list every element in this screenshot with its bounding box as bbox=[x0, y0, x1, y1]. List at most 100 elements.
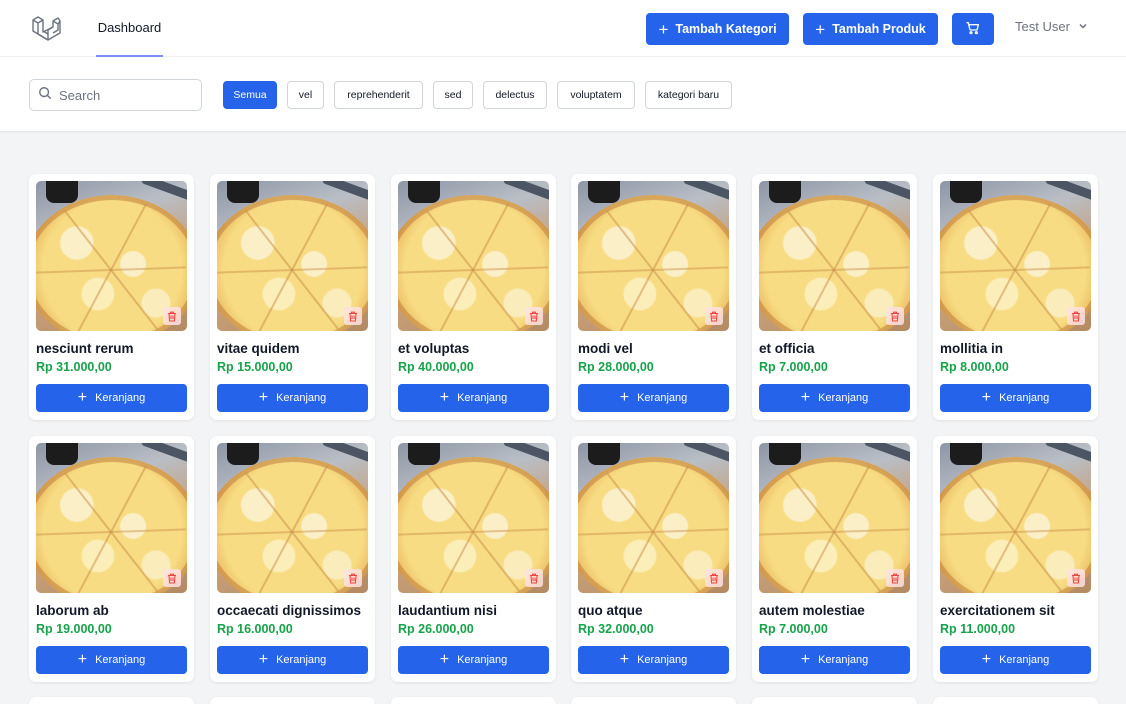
product-name: modi vel bbox=[578, 341, 633, 356]
product-card: nesciunt rerum Rp 31.000,00 + Keranjang bbox=[29, 174, 194, 420]
add-to-cart-label: Keranjang bbox=[637, 392, 688, 404]
product-price: Rp 32.000,00 bbox=[578, 622, 654, 636]
add-to-cart-button[interactable]: + Keranjang bbox=[36, 384, 187, 412]
product-name: et officia bbox=[759, 341, 815, 356]
add-product-label: Tambah Produk bbox=[832, 22, 926, 36]
product-image bbox=[217, 443, 368, 593]
chevron-down-icon bbox=[1078, 19, 1088, 34]
plus-icon: + bbox=[77, 389, 88, 406]
plus-icon: + bbox=[258, 389, 269, 406]
category-chip-reprehenderit[interactable]: reprehenderit bbox=[334, 81, 423, 109]
trash-icon[interactable] bbox=[1067, 569, 1085, 587]
product-image bbox=[36, 181, 187, 331]
search-input[interactable] bbox=[59, 87, 189, 103]
add-to-cart-button[interactable]: + Keranjang bbox=[940, 384, 1091, 412]
product-card: laudantium nisi Rp 26.000,00 + Keranjang bbox=[391, 436, 556, 682]
product-image bbox=[398, 181, 549, 331]
product-card bbox=[933, 697, 1098, 704]
plus-icon: + bbox=[619, 389, 630, 406]
nav-dashboard-link[interactable]: Dashboard bbox=[96, 0, 163, 57]
product-card: et officia Rp 7.000,00 + Keranjang bbox=[752, 174, 917, 420]
add-to-cart-label: Keranjang bbox=[457, 392, 508, 404]
add-to-cart-label: Keranjang bbox=[999, 654, 1050, 666]
category-chip-kategori-baru[interactable]: kategori baru bbox=[645, 81, 732, 109]
cart-button[interactable] bbox=[952, 13, 994, 45]
add-to-cart-button[interactable]: + Keranjang bbox=[578, 384, 729, 412]
product-name: exercitationem sit bbox=[940, 603, 1055, 618]
product-card: autem molestiae Rp 7.000,00 + Keranjang bbox=[752, 436, 917, 682]
product-price: Rp 15.000,00 bbox=[217, 360, 293, 374]
add-product-button[interactable]: + Tambah Produk bbox=[803, 13, 938, 45]
product-card: modi vel Rp 28.000,00 + Keranjang bbox=[571, 174, 736, 420]
product-name: occaecati dignissimos bbox=[217, 603, 362, 618]
category-chip-sed[interactable]: sed bbox=[433, 81, 473, 109]
product-card bbox=[391, 697, 556, 704]
add-to-cart-button[interactable]: + Keranjang bbox=[759, 384, 910, 412]
plus-icon: + bbox=[800, 651, 811, 668]
add-to-cart-label: Keranjang bbox=[276, 654, 327, 666]
search-icon bbox=[38, 86, 52, 105]
add-to-cart-button[interactable]: + Keranjang bbox=[217, 646, 368, 674]
product-card: mollitia in Rp 8.000,00 + Keranjang bbox=[933, 174, 1098, 420]
product-price: Rp 26.000,00 bbox=[398, 622, 474, 636]
trash-icon[interactable] bbox=[344, 307, 362, 325]
product-image bbox=[578, 181, 729, 331]
product-card: et voluptas Rp 40.000,00 + Keranjang bbox=[391, 174, 556, 420]
product-card: quo atque Rp 32.000,00 + Keranjang bbox=[571, 436, 736, 682]
add-category-button[interactable]: + Tambah Kategori bbox=[646, 13, 789, 45]
product-image bbox=[940, 181, 1091, 331]
add-to-cart-button[interactable]: + Keranjang bbox=[759, 646, 910, 674]
top-navbar: Dashboard + Tambah Kategori + Tambah Pro… bbox=[0, 0, 1126, 57]
plus-icon: + bbox=[815, 19, 826, 39]
product-price: Rp 8.000,00 bbox=[940, 360, 1009, 374]
trash-icon[interactable] bbox=[344, 569, 362, 587]
trash-icon[interactable] bbox=[525, 569, 543, 587]
product-price: Rp 11.000,00 bbox=[940, 622, 1016, 636]
add-to-cart-button[interactable]: + Keranjang bbox=[940, 646, 1091, 674]
add-to-cart-button[interactable]: + Keranjang bbox=[217, 384, 368, 412]
add-to-cart-button[interactable]: + Keranjang bbox=[398, 384, 549, 412]
add-category-label: Tambah Kategori bbox=[675, 22, 777, 36]
category-chip-delectus[interactable]: delectus bbox=[483, 81, 547, 109]
category-chip-voluptatem[interactable]: voluptatem bbox=[557, 81, 635, 109]
product-name: et voluptas bbox=[398, 341, 470, 356]
trash-icon[interactable] bbox=[705, 569, 723, 587]
add-to-cart-label: Keranjang bbox=[95, 654, 146, 666]
laravel-logo-icon[interactable] bbox=[31, 14, 61, 44]
product-price: Rp 16.000,00 bbox=[217, 622, 293, 636]
trash-icon[interactable] bbox=[886, 569, 904, 587]
user-menu[interactable]: Test User bbox=[1015, 19, 1088, 34]
category-chip-vel[interactable]: vel bbox=[287, 81, 324, 109]
trash-icon[interactable] bbox=[163, 569, 181, 587]
trash-icon[interactable] bbox=[886, 307, 904, 325]
plus-icon: + bbox=[258, 651, 269, 668]
product-image bbox=[940, 443, 1091, 593]
add-to-cart-button[interactable]: + Keranjang bbox=[36, 646, 187, 674]
product-image bbox=[217, 181, 368, 331]
search-box[interactable] bbox=[29, 79, 202, 111]
add-to-cart-button[interactable]: + Keranjang bbox=[578, 646, 729, 674]
filter-bar: Semua vel reprehenderit sed delectus vol… bbox=[0, 57, 1126, 132]
product-name: laudantium nisi bbox=[398, 603, 498, 618]
plus-icon: + bbox=[658, 19, 669, 39]
trash-icon[interactable] bbox=[163, 307, 181, 325]
product-price: Rp 40.000,00 bbox=[398, 360, 474, 374]
product-name: vitae quidem bbox=[217, 341, 300, 356]
trash-icon[interactable] bbox=[1067, 307, 1085, 325]
trash-icon[interactable] bbox=[705, 307, 723, 325]
category-chip-semua[interactable]: Semua bbox=[223, 81, 277, 109]
plus-icon: + bbox=[800, 389, 811, 406]
add-to-cart-button[interactable]: + Keranjang bbox=[398, 646, 549, 674]
trash-icon[interactable] bbox=[525, 307, 543, 325]
product-image bbox=[759, 443, 910, 593]
user-name: Test User bbox=[1015, 19, 1070, 34]
product-image bbox=[36, 443, 187, 593]
plus-icon: + bbox=[439, 389, 450, 406]
product-price: Rp 19.000,00 bbox=[36, 622, 112, 636]
add-to-cart-label: Keranjang bbox=[818, 392, 869, 404]
plus-icon: + bbox=[981, 389, 992, 406]
product-image bbox=[759, 181, 910, 331]
product-name: mollitia in bbox=[940, 341, 1004, 356]
add-to-cart-label: Keranjang bbox=[457, 654, 508, 666]
product-name: autem molestiae bbox=[759, 603, 865, 618]
